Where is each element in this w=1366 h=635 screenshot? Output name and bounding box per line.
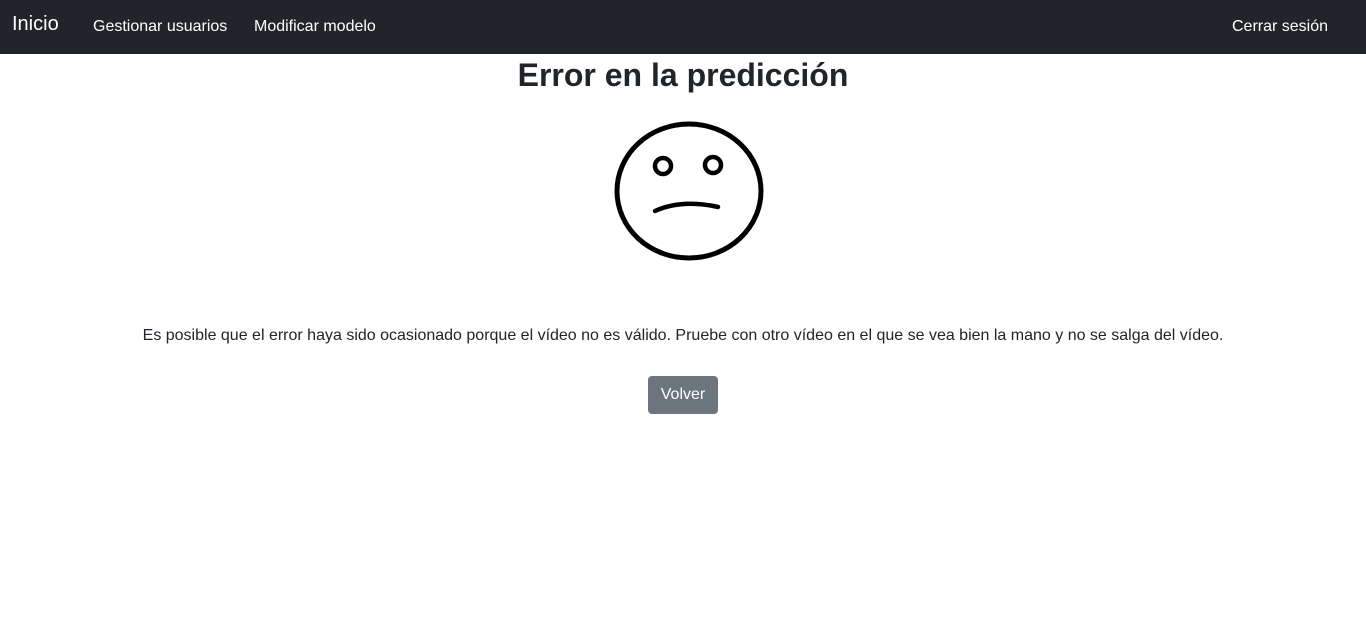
nav-link-modify-model[interactable]: Modificar modelo <box>254 17 376 37</box>
brand-home-link[interactable]: Inicio <box>12 12 59 36</box>
logout-link[interactable]: Cerrar sesión <box>1232 17 1328 37</box>
top-navbar: Inicio Gestionar usuarios Modificar mode… <box>0 0 1366 54</box>
error-message: Es posible que el error haya sido ocasio… <box>142 327 1224 344</box>
sad-face-icon <box>614 121 764 261</box>
page-title: Error en la predicción <box>517 57 849 93</box>
nav-link-manage-users[interactable]: Gestionar usuarios <box>93 17 227 37</box>
back-button[interactable]: Volver <box>648 376 718 414</box>
